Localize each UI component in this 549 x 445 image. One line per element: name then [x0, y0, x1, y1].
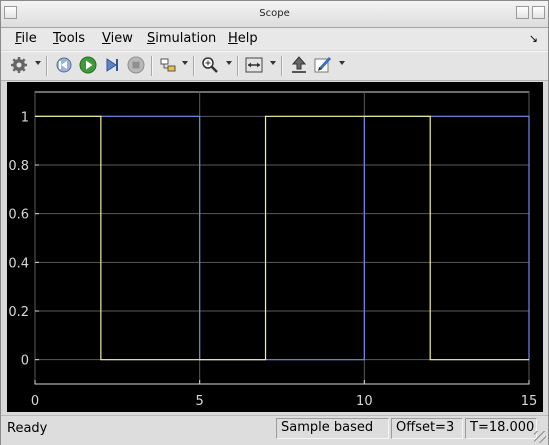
step-back-icon[interactable] — [54, 55, 74, 75]
status-offset: Offset=3 — [391, 418, 463, 439]
undock-arrow-icon[interactable]: ↘ — [529, 32, 538, 45]
status-time: T=18.000 — [465, 418, 537, 439]
highlight-dropdown-arrow-icon[interactable] — [182, 61, 188, 65]
x-tick-label: 15 — [521, 394, 538, 409]
y-tick-label: 0 — [21, 354, 29, 369]
style-dropdown-arrow-icon[interactable] — [339, 61, 345, 65]
toolbar-separator — [193, 56, 195, 76]
run-icon[interactable] — [78, 55, 98, 75]
plot-area — [34, 91, 530, 385]
menu-file-rest: ile — [21, 31, 37, 46]
style-icon[interactable] — [313, 55, 333, 75]
status-bar: Ready Sample based Offset=3 T=18.000 — [1, 415, 548, 445]
scope-display[interactable]: 0 5 10 15 0 0.2 0.4 0.6 0.8 1 — [7, 82, 543, 412]
toolbar-separator — [46, 56, 48, 76]
toolbar-separator — [281, 56, 283, 76]
y-tick-label: 0.2 — [8, 305, 29, 320]
zoom-dropdown-arrow-icon[interactable] — [226, 61, 232, 65]
menu-tools-rest: ools — [58, 31, 86, 46]
menu-help-mnemonic: H — [228, 31, 238, 46]
toolbar-separator — [151, 56, 153, 76]
restore-icon[interactable] — [289, 55, 309, 75]
x-tick-label: 10 — [356, 394, 373, 409]
resize-grip-icon[interactable] — [534, 431, 546, 443]
menu-view[interactable]: View — [102, 31, 133, 46]
window-menu-button[interactable] — [4, 6, 17, 19]
highlight-icon[interactable] — [158, 55, 178, 75]
scope-plot: 0 5 10 15 0 0.2 0.4 0.6 0.8 1 — [8, 91, 538, 409]
scope-window: Scope File Tools View Simulation Help ↘ — [0, 0, 549, 445]
zoom-in-icon[interactable] — [200, 55, 220, 75]
menu-view-rest: iew — [110, 31, 133, 46]
menu-bar: File Tools View Simulation Help ↘ — [1, 28, 548, 50]
menu-tools[interactable]: Tools — [53, 31, 85, 46]
y-tick-label: 1 — [21, 110, 29, 125]
status-ready: Ready — [7, 421, 48, 436]
toolbar-separator — [237, 56, 239, 76]
minimize-button[interactable] — [516, 6, 529, 19]
step-forward-icon[interactable] — [102, 55, 122, 75]
window-title: Scope — [259, 8, 290, 19]
x-tick-label: 5 — [196, 394, 204, 409]
menu-simulation[interactable]: Simulation — [147, 31, 216, 46]
title-bar[interactable]: Scope — [1, 1, 548, 28]
x-tick-label: 0 — [31, 394, 39, 409]
y-tick-label: 0.6 — [8, 208, 29, 223]
settings-dropdown-arrow-icon[interactable] — [35, 61, 41, 65]
close-button[interactable] — [532, 6, 545, 19]
stop-icon[interactable] — [126, 55, 146, 75]
status-mode: Sample based — [276, 418, 389, 439]
autoscale-icon[interactable] — [244, 55, 264, 75]
toolbar — [1, 51, 548, 81]
autoscale-dropdown-arrow-icon[interactable] — [270, 61, 276, 65]
y-tick-label: 0.8 — [8, 159, 29, 174]
menu-help[interactable]: Help — [228, 31, 258, 46]
menu-help-rest: elp — [237, 31, 258, 46]
menu-view-mnemonic: V — [102, 31, 111, 46]
settings-icon[interactable] — [9, 55, 29, 75]
menu-file[interactable]: File — [15, 31, 37, 46]
menu-simulation-rest: imulation — [155, 31, 217, 46]
y-tick-label: 0.4 — [8, 256, 29, 271]
